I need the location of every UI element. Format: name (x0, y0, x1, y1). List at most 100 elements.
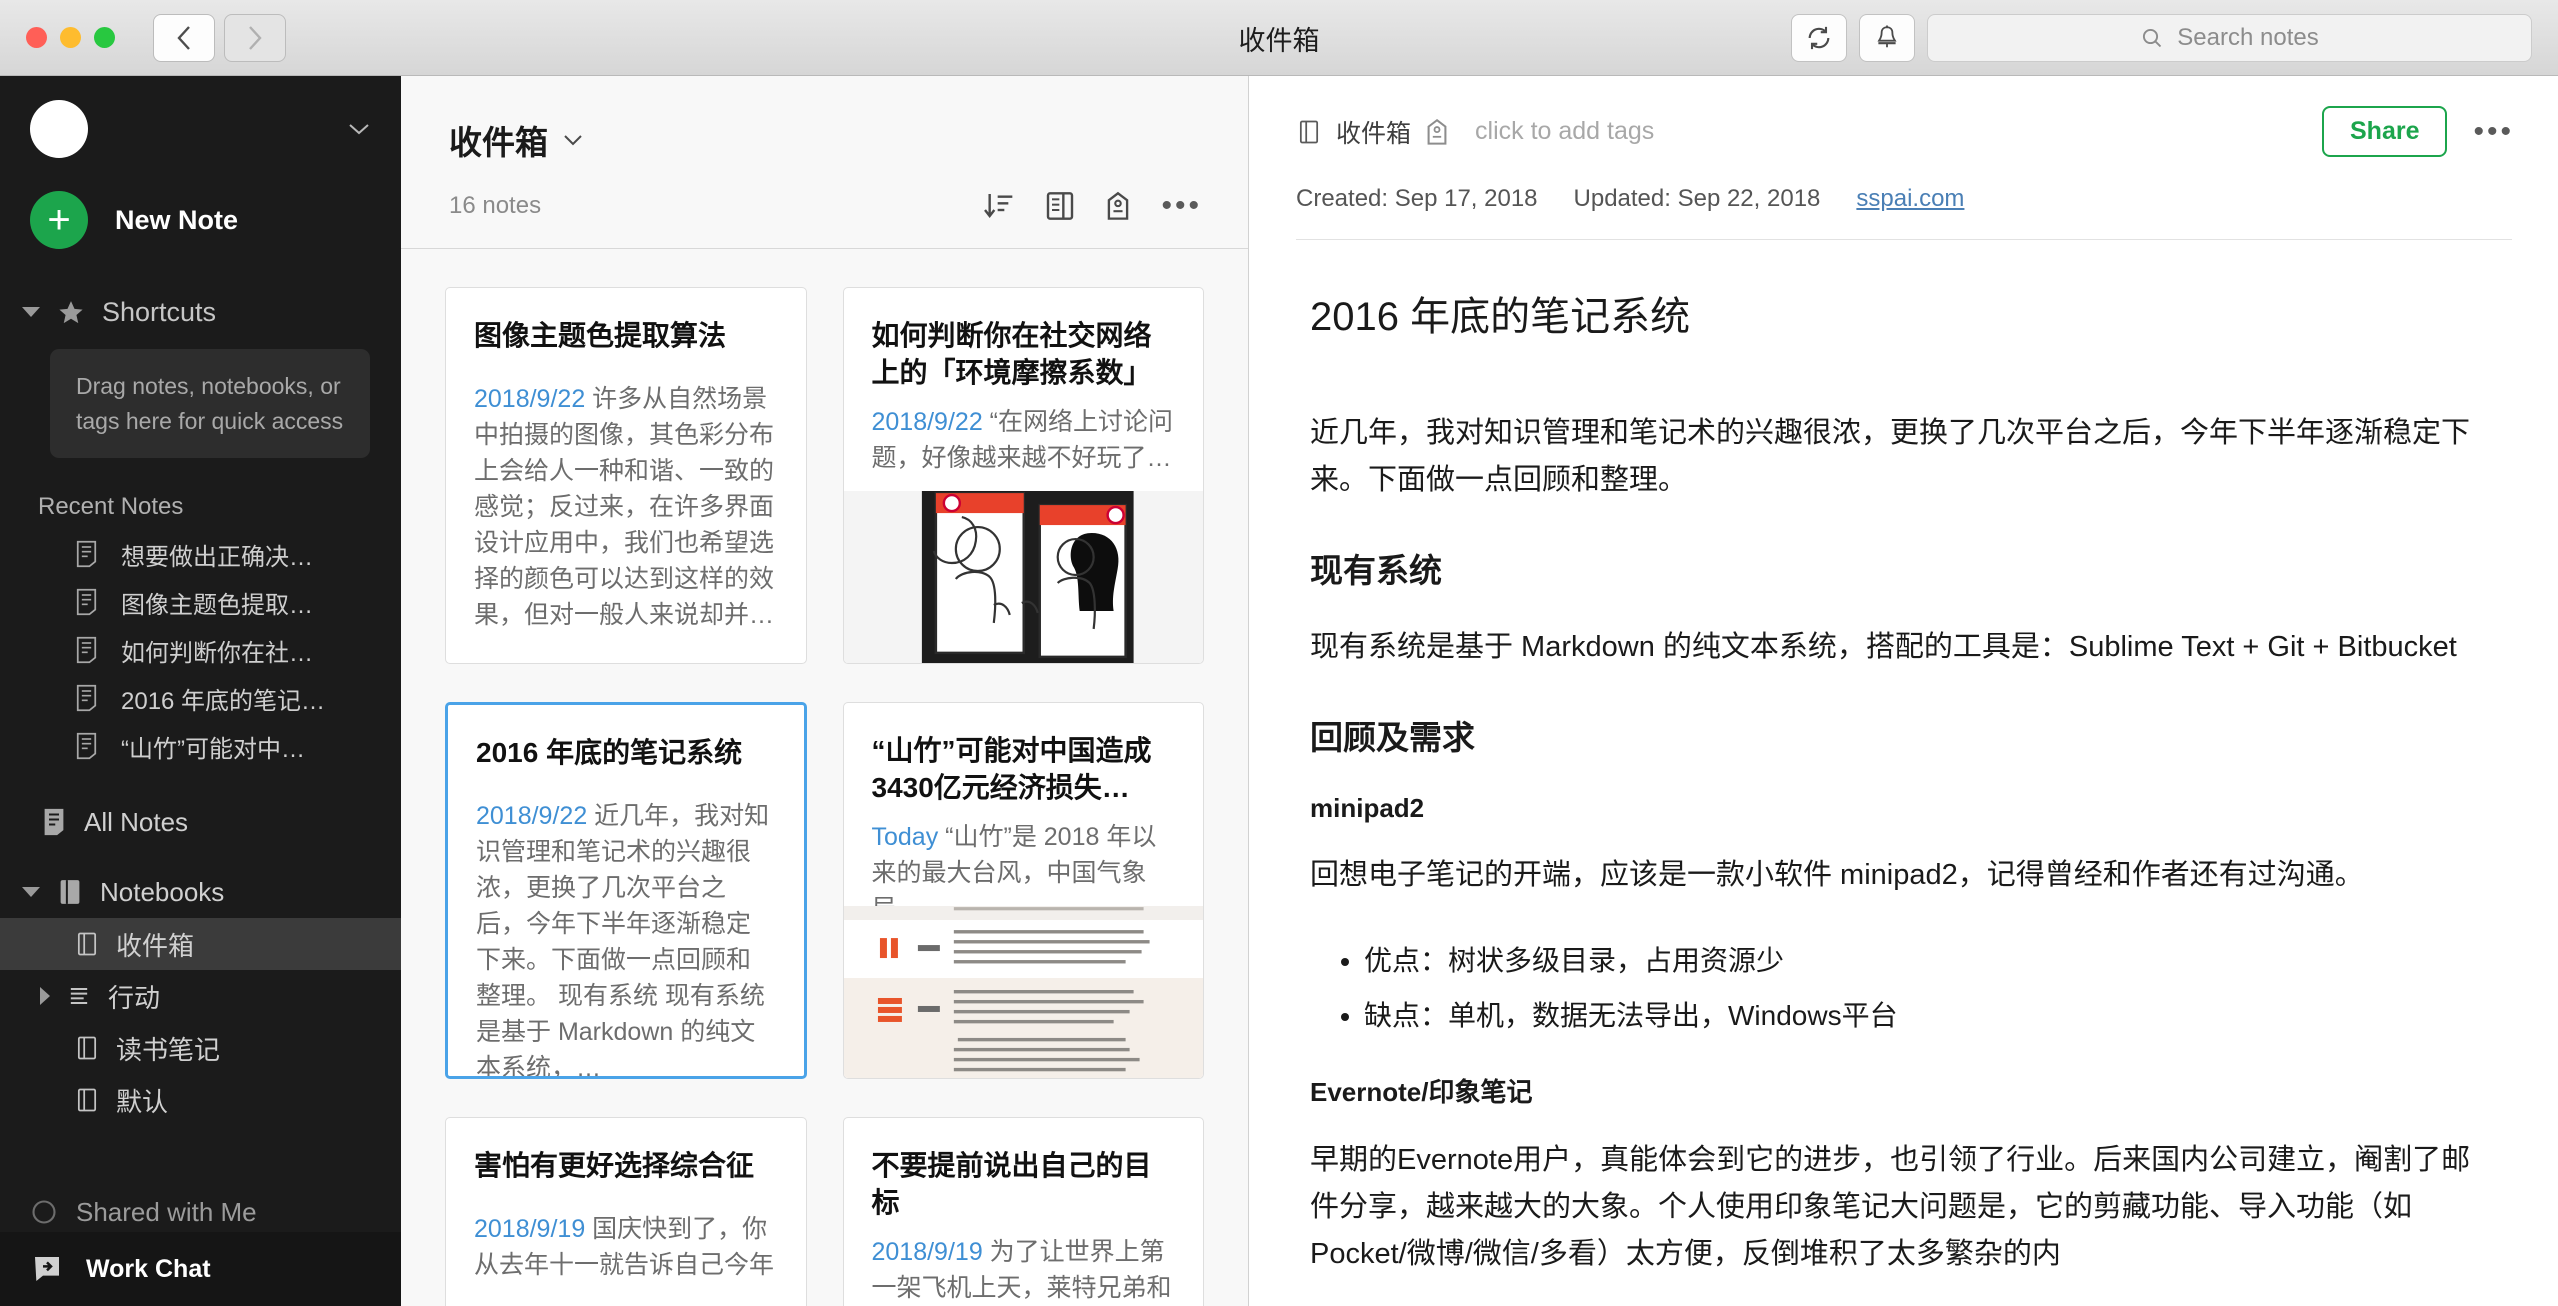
forward-button[interactable] (224, 13, 286, 62)
note-card-title: “山竹”可能对中国造成3430亿元经济损失… (871, 735, 1152, 803)
recent-note-item-1[interactable]: 图像主题色提取… (0, 578, 401, 626)
tag-icon[interactable] (1105, 190, 1131, 222)
navigation-buttons (153, 13, 286, 62)
recent-note-item-2[interactable]: 如何判断你在社… (0, 626, 401, 674)
recent-note-label: 如何判断你在社… (121, 639, 313, 667)
note-card[interactable]: 图像主题色提取算法 2018/9/22 许多从自然场景中拍摄的图像，其色彩分布上… (445, 287, 807, 664)
notes-stack-icon (44, 808, 64, 836)
notebook-small-icon (77, 1036, 97, 1060)
note-card[interactable]: 害怕有更好选择综合征 2018/9/19 国庆快到了，你从去年十一就告诉自己今年 (445, 1117, 807, 1306)
disclosure-triangle-icon (22, 887, 40, 897)
recent-notes-label: Recent Notes (38, 493, 184, 520)
stack-icon (70, 988, 88, 1004)
notifications-button[interactable] (1859, 14, 1915, 62)
recent-note-item-4[interactable]: “山竹”可能对中… (0, 722, 401, 770)
note-card-date: 2018/9/22 (476, 801, 588, 830)
notebook-label: 收件箱 (116, 930, 195, 961)
sidebar-item-shared-with-me[interactable]: Shared with Me (0, 1192, 401, 1232)
plus-icon: + (30, 191, 88, 249)
chevron-down-icon (349, 123, 369, 134)
note-card-body: 图像主题色提取算法 2018/9/22 许多从自然场景中拍摄的图像，其色彩分布上… (446, 288, 806, 633)
sidebar-item-notebook-reading[interactable]: 读书笔记 (0, 1022, 401, 1074)
recent-note-item-3[interactable]: 2016 年底的笔记… (0, 674, 401, 722)
more-horizontal-icon[interactable]: ••• (2473, 116, 2514, 147)
chevron-down-icon[interactable] (562, 133, 584, 147)
sidebar-item-notebooks[interactable]: Notebooks (0, 866, 401, 918)
share-button[interactable]: Share (2322, 106, 2448, 157)
sidebar: + New Note Shortcuts Drag notes, noteboo… (0, 76, 401, 1306)
window-traffic-lights (26, 27, 115, 48)
note-list-action-group: ••• (983, 190, 1202, 222)
note-editor-panel: 收件箱 click to add tags Share ••• Created:… (1250, 76, 2558, 1306)
maximize-window-button[interactable] (94, 27, 115, 48)
shared-with-me-label: Shared with Me (76, 1196, 257, 1227)
more-horizontal-icon[interactable]: ••• (1161, 191, 1202, 221)
editor-notebook-label[interactable]: 收件箱 (1336, 114, 1411, 150)
notebook-small-icon[interactable] (1296, 118, 1322, 146)
notebook-icon (60, 880, 80, 904)
work-chat-button[interactable]: Work Chat (0, 1232, 401, 1306)
shortcuts-section-header[interactable]: Shortcuts (0, 281, 401, 343)
card-view-icon[interactable] (1045, 190, 1075, 222)
back-button[interactable] (153, 13, 215, 62)
recent-note-label: 图像主题色提取… (121, 591, 313, 619)
note-bullet-item: 缺点：单机，数据无法导出，Windows平台 (1364, 994, 2498, 1039)
search-input[interactable]: Search notes (1927, 14, 2532, 62)
recent-note-item-0[interactable]: 想要做出正确决… (0, 530, 401, 578)
shortcuts-dropzone[interactable]: Drag notes, notebooks, or tags here for … (50, 349, 370, 458)
notebooks-label: Notebooks (100, 876, 225, 907)
note-card[interactable]: 如何判断你在社交网络上的「环境摩擦系数」 2018/9/22 “在网络上讨论问题… (842, 287, 1204, 664)
note-card-body: 2016 年底的笔记系统 2018/9/22 近几年，我对知识管理和笔记术的兴趣… (448, 705, 804, 1079)
shortcuts-hint-text: Drag notes, notebooks, or tags here for … (76, 373, 344, 434)
note-card-title: 害怕有更好选择综合征 (474, 1150, 755, 1181)
note-card[interactable]: 不要提前说出自己的目标 2018/9/19 为了让世界上第一架飞机上天，莱特兄弟… (842, 1117, 1204, 1306)
note-paragraph: 现有系统是基于 Markdown 的纯文本系统，搭配的工具是：Sublime T… (1310, 630, 2457, 663)
note-card-date: 2018/9/22 (871, 407, 983, 436)
note-card-body: 如何判断你在社交网络上的「环境摩擦系数」 2018/9/22 “在网络上讨论问题… (844, 288, 1204, 476)
note-title: 2016 年底的笔记系统 (1310, 295, 1691, 339)
note-card-selected[interactable]: 2016 年底的笔记系统 2018/9/22 近几年，我对知识管理和笔记术的兴趣… (445, 702, 807, 1079)
note-card-title: 图像主题色提取算法 (474, 320, 727, 351)
recent-note-label: “山竹”可能对中… (121, 735, 305, 763)
star-icon (59, 300, 83, 323)
chevron-right-icon (249, 25, 262, 50)
sidebar-item-notebook-inbox[interactable]: 收件箱 (0, 918, 401, 970)
sidebar-item-all-notes[interactable]: All Notes (0, 796, 401, 848)
minimize-window-button[interactable] (60, 27, 81, 48)
note-card-grid: 图像主题色提取算法 2018/9/22 许多从自然场景中拍摄的图像，其色彩分布上… (401, 249, 1248, 1306)
sync-button[interactable] (1791, 14, 1847, 62)
sidebar-item-notebook-action[interactable]: 行动 (0, 970, 401, 1022)
sidebar-item-notebook-default[interactable]: 默认 (0, 1074, 401, 1126)
new-note-label: New Note (115, 204, 239, 235)
disclosure-triangle-icon (22, 307, 40, 317)
note-list-title: 收件箱 (449, 124, 548, 161)
notebook-label: 默认 (116, 1086, 169, 1117)
shared-icon (32, 1200, 56, 1224)
note-paragraph: 近几年，我对知识管理和笔记术的兴趣很浓，更换了几次平台之后，今年下半年逐渐稳定下… (1310, 417, 2471, 496)
table-screenshot-image (843, 906, 1203, 1078)
search-placeholder: Search notes (2177, 24, 2319, 51)
note-card-snippet-text: 近几年，我对知识管理和笔记术的兴趣很浓，更换了几次平台之后，今年下半年逐渐稳定下… (476, 801, 770, 1079)
note-card-title: 如何判断你在社交网络上的「环境摩擦系数」 (871, 320, 1152, 388)
note-subheading: Evernote/印象笔记 (1310, 1077, 1533, 1108)
note-heading: 回顾及需求 (1310, 718, 1475, 756)
close-window-button[interactable] (26, 27, 47, 48)
note-icon (76, 732, 97, 760)
note-card[interactable]: “山竹”可能对中国造成3430亿元经济损失… Today “山竹”是 2018 … (842, 702, 1204, 1079)
sort-descending-icon[interactable] (983, 190, 1015, 222)
note-heading: 现有系统 (1310, 551, 1442, 589)
note-list-title-row[interactable]: 收件箱 (401, 76, 1248, 164)
notebook-small-icon (77, 932, 97, 956)
source-url-link[interactable]: sspai.com (1856, 185, 1964, 213)
new-note-button[interactable]: + New Note (0, 181, 401, 259)
account-switcher[interactable] (0, 76, 401, 181)
tag-icon[interactable] (1425, 117, 1449, 147)
note-count-label: 16 notes (449, 192, 542, 219)
note-content[interactable]: 2016 年底的笔记系统 近几年，我对知识管理和笔记术的兴趣很浓，更换了几次平台… (1250, 240, 2558, 1278)
add-tags-placeholder[interactable]: click to add tags (1475, 117, 1654, 146)
note-card-snippet: 2018/9/22 近几年，我对知识管理和笔记术的兴趣很浓，更换了几次平台之后，… (476, 798, 776, 1079)
note-list-panel: 收件箱 16 notes ••• 图像主题色提取算法 2018/9/22 许多从… (401, 76, 1249, 1306)
notebook-small-icon (77, 1088, 97, 1112)
note-bullet-list: 优点：树状多级目录，占用资源少 缺点：单机，数据无法导出，Windows平台 (1364, 939, 2498, 1039)
note-card-snippet: 2018/9/19 为了让世界上第一架飞机上天，莱特兄弟和 (872, 1234, 1176, 1306)
